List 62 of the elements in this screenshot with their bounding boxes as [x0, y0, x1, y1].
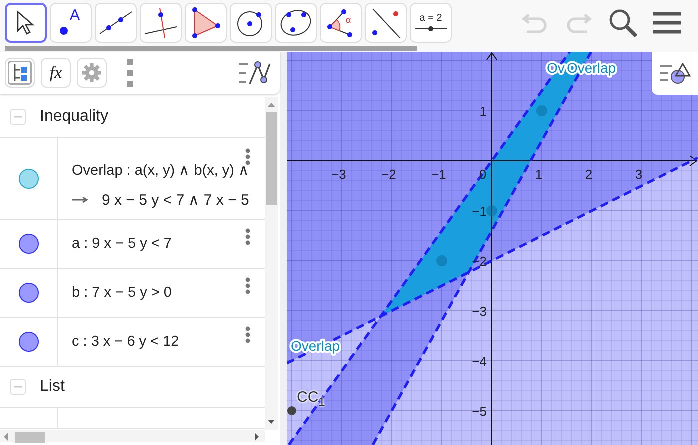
- move-tool-button[interactable]: [5, 3, 47, 43]
- settings-icon: [82, 63, 102, 83]
- axis-tick-label: −3: [472, 304, 487, 319]
- toolbar-scrollbar[interactable]: [5, 46, 417, 51]
- more-options-icon[interactable]: [245, 326, 251, 344]
- group-title: Inequality: [40, 108, 108, 126]
- algebra-description-button[interactable]: [5, 58, 35, 88]
- line-tool-button[interactable]: [95, 3, 137, 43]
- object-value: 9 x − 5 y < 7 ∧ 7 x − 5: [102, 191, 250, 209]
- point-tool-button[interactable]: A: [50, 3, 92, 43]
- vertical-scrollbar[interactable]: [265, 97, 278, 430]
- axis-tick-label: 1: [535, 167, 543, 182]
- arrow-pointer-icon: [16, 10, 36, 36]
- object-definition[interactable]: b : 7 x − 5 y > 0: [72, 285, 172, 301]
- graphics-view-icon[interactable]: [238, 60, 272, 86]
- point[interactable]: [288, 406, 296, 416]
- circle-tool-button[interactable]: [230, 3, 272, 43]
- conic-tool-button[interactable]: [275, 3, 317, 43]
- ellipse-icon: [279, 8, 313, 38]
- visibility-toggle[interactable]: [18, 168, 38, 188]
- axis-tick-label: −3: [332, 167, 346, 182]
- slider-tool-button[interactable]: a = 2: [410, 3, 452, 43]
- object-definition[interactable]: Overlap : a(x, y) ∧ b(x, y) ∧: [72, 162, 250, 179]
- search-icon: [608, 8, 638, 38]
- group-title: List: [40, 378, 65, 396]
- axis-tick-label: 3: [635, 167, 643, 182]
- settings-button[interactable]: [77, 58, 107, 88]
- axis-tick-label: −4: [472, 354, 487, 369]
- reflect-point-icon: [370, 7, 402, 39]
- line-through-points-icon: [99, 10, 133, 36]
- formula-button[interactable]: fx: [41, 58, 71, 88]
- horizontal-scrollbar[interactable]: [0, 430, 265, 442]
- reflect-tool-button[interactable]: [365, 3, 407, 43]
- triangle-icon: [191, 7, 221, 39]
- arrow-icon: [72, 197, 88, 203]
- angle-tool-button[interactable]: α: [320, 3, 362, 43]
- more-options-icon[interactable]: [245, 148, 251, 166]
- redo-icon: [565, 11, 593, 35]
- menu-icon: [653, 11, 681, 35]
- axis-tick-label: 2: [585, 167, 593, 182]
- style-bar-button[interactable]: [652, 52, 698, 95]
- axis-tick-label: 1: [480, 104, 487, 119]
- axis-tick-label: −2: [472, 254, 487, 269]
- object-definition[interactable]: c : 3 x − 6 y < 12: [72, 334, 180, 350]
- axis-tick-label: −2: [382, 167, 396, 182]
- object-definition[interactable]: a : 9 x − 5 y < 7: [72, 236, 172, 252]
- point-label[interactable]: CC$_{1}$: [297, 389, 326, 409]
- perpendicular-line-icon: [144, 7, 178, 39]
- visibility-toggle[interactable]: [18, 234, 38, 254]
- polygon-tool-button[interactable]: [185, 3, 227, 43]
- perpendicular-tool-button[interactable]: [140, 3, 182, 43]
- undo-icon: [521, 11, 549, 35]
- more-options-icon[interactable]: [245, 277, 251, 295]
- axis-tick-label: −1: [432, 167, 446, 182]
- axis-tick-label: −1: [472, 204, 487, 219]
- visibility-toggle[interactable]: [18, 332, 38, 352]
- visibility-toggle[interactable]: [18, 283, 38, 303]
- lines-and-shapes-icon: [659, 62, 691, 84]
- more-options-icon[interactable]: [127, 58, 133, 88]
- more-options-icon[interactable]: [245, 228, 251, 246]
- point[interactable]: [486, 206, 498, 216]
- axis-tick-label: −5: [472, 404, 487, 419]
